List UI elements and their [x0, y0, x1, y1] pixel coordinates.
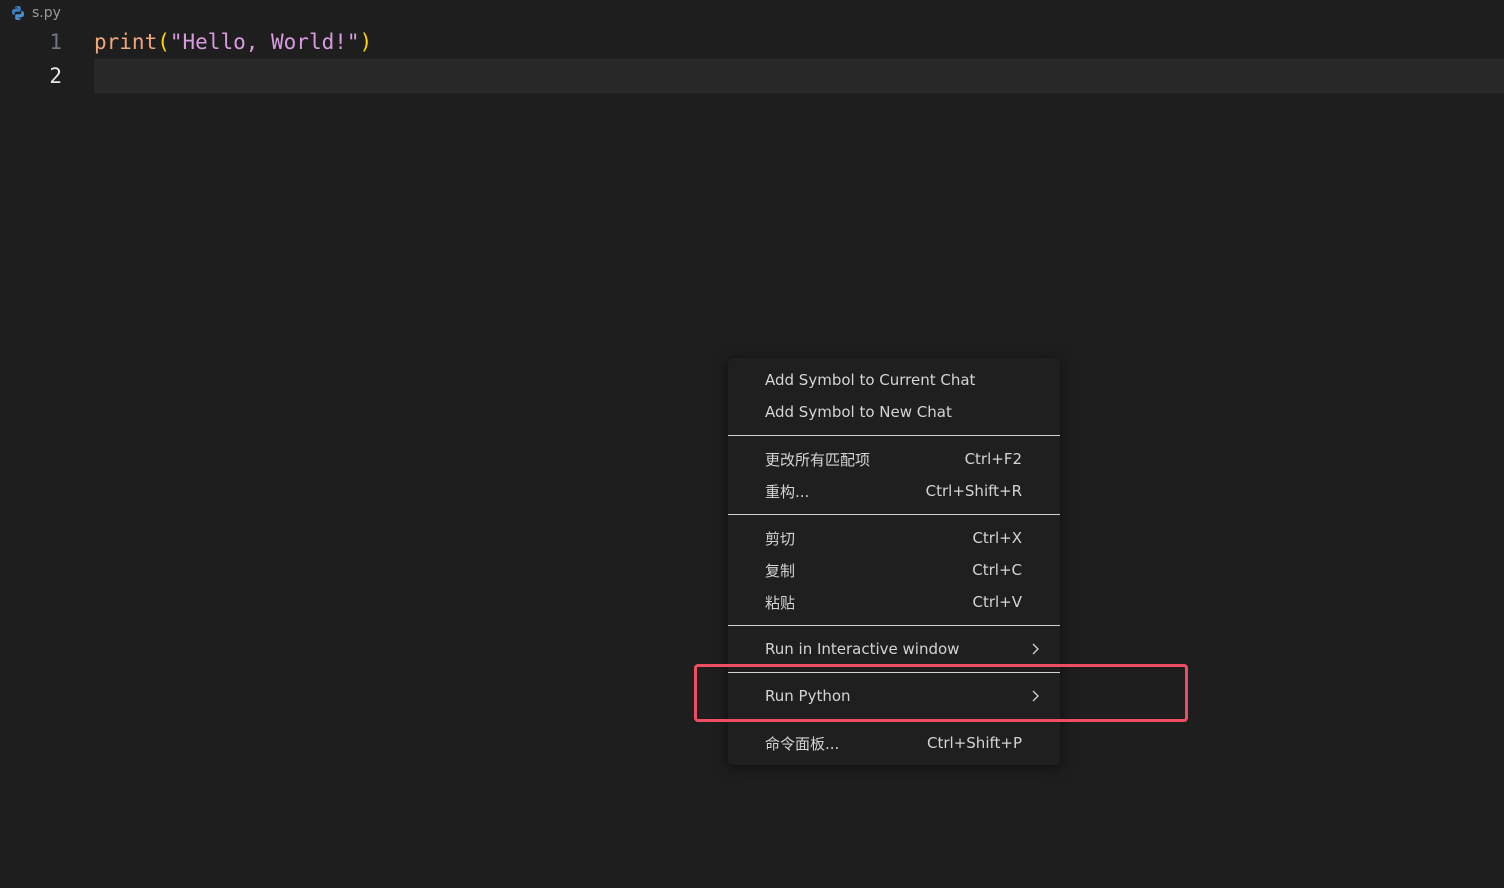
line-number: 2 [49, 64, 62, 88]
menu-item-shortcut: Ctrl+C [972, 561, 1022, 579]
code-line[interactable]: 1 print("Hello, World!") [0, 25, 1504, 59]
menu-separator [728, 672, 1060, 673]
menu-item-change-all-occurrences[interactable]: 更改所有匹配项 Ctrl+F2 [728, 443, 1060, 475]
menu-item-shortcut: Ctrl+Shift+P [927, 734, 1022, 752]
menu-item-label: 更改所有匹配项 [765, 450, 871, 469]
code-area[interactable]: 1 print("Hello, World!") 2 [0, 25, 1504, 93]
line-number: 1 [49, 30, 62, 54]
menu-item-label: 重构... [765, 482, 810, 501]
menu-item-shortcut: Ctrl+V [972, 593, 1022, 611]
code-text[interactable]: print("Hello, World!") [94, 30, 372, 54]
menu-item-label: 粘贴 [765, 593, 796, 612]
menu-item-label: 命令面板... [765, 734, 840, 753]
menu-item-add-symbol-current-chat[interactable]: Add Symbol to Current Chat [728, 364, 1060, 396]
breadcrumb[interactable]: s.py [10, 3, 61, 23]
menu-item-shortcut: Ctrl+X [972, 529, 1022, 547]
token-paren-open: ( [157, 30, 170, 54]
menu-item-cut[interactable]: 剪切 Ctrl+X [728, 522, 1060, 554]
menu-item-run-python[interactable]: Run Python [728, 680, 1060, 712]
menu-separator [728, 435, 1060, 436]
menu-item-copy[interactable]: 复制 Ctrl+C [728, 554, 1060, 586]
menu-separator [728, 514, 1060, 515]
menu-separator [728, 625, 1060, 626]
python-icon [10, 5, 26, 21]
menu-item-command-palette[interactable]: 命令面板... Ctrl+Shift+P [728, 727, 1060, 759]
menu-item-refactor[interactable]: 重构... Ctrl+Shift+R [728, 475, 1060, 507]
file-name: s.py [32, 5, 61, 21]
menu-item-label: 复制 [765, 561, 796, 580]
menu-item-label: 剪切 [765, 529, 796, 548]
menu-item-label: Run in Interactive window [765, 640, 960, 658]
menu-item-label: Run Python [765, 687, 851, 705]
menu-item-run-in-interactive-window[interactable]: Run in Interactive window [728, 633, 1060, 665]
menu-item-paste[interactable]: 粘贴 Ctrl+V [728, 586, 1060, 618]
current-line-highlight [94, 59, 1504, 93]
menu-item-shortcut: Ctrl+F2 [964, 450, 1022, 468]
menu-item-label: Add Symbol to Current Chat [765, 371, 976, 389]
context-menu: Add Symbol to Current Chat Add Symbol to… [728, 358, 1060, 765]
token-function: print [94, 30, 158, 54]
menu-item-label: Add Symbol to New Chat [765, 403, 952, 421]
menu-separator [728, 719, 1060, 720]
menu-item-shortcut: Ctrl+Shift+R [925, 482, 1022, 500]
chevron-right-icon [1030, 680, 1040, 712]
token-string: "Hello, World!" [169, 30, 360, 54]
token-paren-close: ) [359, 30, 373, 54]
code-line-current[interactable]: 2 [0, 59, 1504, 93]
menu-item-add-symbol-new-chat[interactable]: Add Symbol to New Chat [728, 396, 1060, 428]
chevron-right-icon [1030, 633, 1040, 665]
editor[interactable]: s.py 1 print("Hello, World!") 2 Add Symb… [0, 0, 1504, 888]
